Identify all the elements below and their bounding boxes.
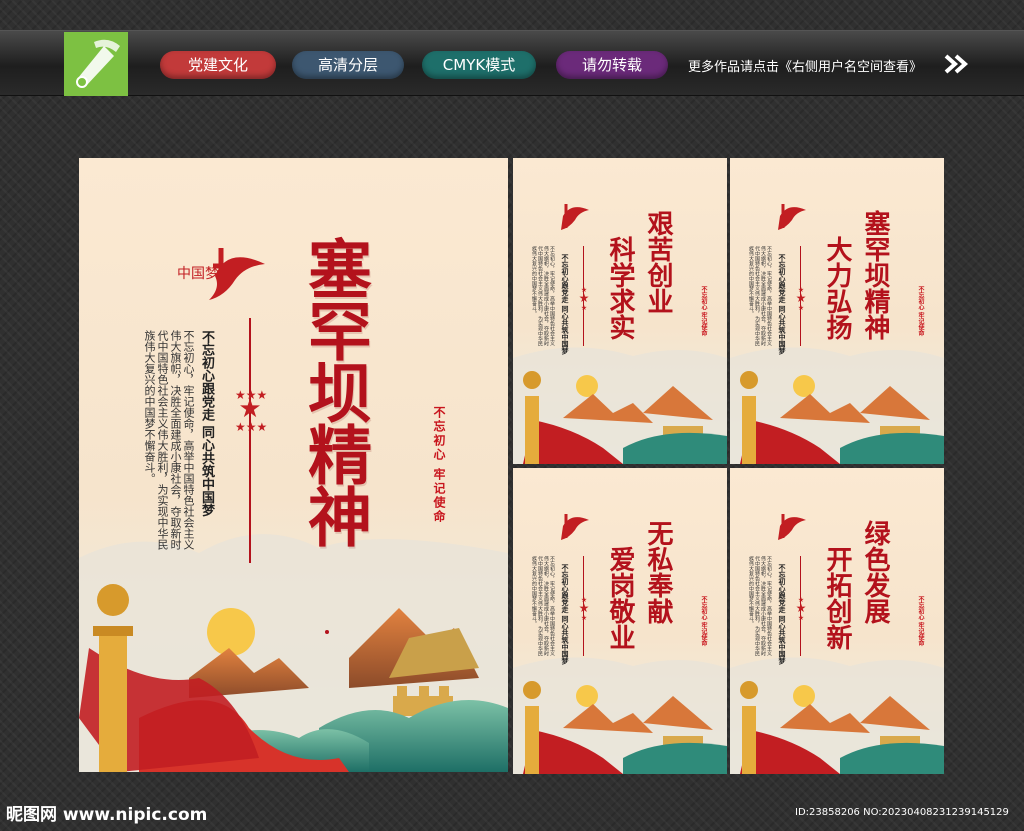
tag-pill-3[interactable]: 请勿转载: [556, 51, 668, 79]
panel-slogan: 不忘初心跟党走 同心共筑中国梦: [778, 254, 787, 355]
main-poster: 中国梦 塞罕坝精神 ★★★ ★ ★★★ 不忘初心跟党走 同心共筑中国梦 不忘初心，牢…: [79, 158, 508, 772]
panel-seal: 不忘初心 牢记使命: [917, 596, 924, 647]
panel-title-line2: 科学求实: [605, 236, 635, 340]
panel-title-line2: 爱岗敬业: [605, 546, 635, 650]
panel-body-text: 不忘初心，牢记使命，高举中国特色社会主义伟大旗帜，决胜全面建成小康社会，夺取新时…: [748, 246, 772, 346]
pen-logo-icon[interactable]: [64, 32, 128, 96]
divider-line: [249, 318, 251, 563]
poster-panel-0: 艰苦创业 科学求实 ★ ★ ★ 不忘初心跟党走 同心共筑中国梦 不忘初心，牢记使命，…: [513, 158, 727, 464]
panel-slogan: 不忘初心跟党走 同心共筑中国梦: [561, 254, 570, 355]
star-cluster-icon: ★★★ ★ ★★★: [235, 388, 268, 434]
panel-seal: 不忘初心 牢记使命: [700, 596, 707, 647]
panel-seal: 不忘初心 牢记使命: [700, 286, 707, 337]
more-works-note[interactable]: 更多作品请点击《右侧用户名空间查看》: [688, 56, 922, 75]
star-cluster-icon: ★ ★ ★: [578, 596, 590, 622]
main-slogan: 不忘初心跟党走 同心共筑中国梦: [199, 330, 214, 517]
tag-pill-1[interactable]: 高清分层: [292, 51, 404, 79]
panel-title-line2: 开拓创新: [822, 546, 852, 650]
poster-panel-1: 塞罕坝精神 大力弘扬 ★ ★ ★ 不忘初心跟党走 同心共筑中国梦 不忘初心，牢记使命…: [730, 158, 944, 464]
star-cluster-icon: ★ ★ ★: [578, 286, 590, 312]
panel-slogan: 不忘初心跟党走 同心共筑中国梦: [778, 564, 787, 665]
panel-body-text: 不忘初心，牢记使命，高举中国特色社会主义伟大旗帜，决胜全面建成小康社会，夺取新时…: [531, 246, 555, 346]
panel-title-line1: 艰苦创业: [643, 210, 673, 314]
main-seal: 不忘初心 牢记使命: [432, 406, 446, 525]
panel-body-text: 不忘初心，牢记使命，高举中国特色社会主义伟大旗帜，决胜全面建成小康社会，夺取新时…: [531, 556, 555, 656]
panel-body-text: 不忘初心，牢记使命，高举中国特色社会主义伟大旗帜，决胜全面建成小康社会，夺取新时…: [748, 556, 772, 656]
logo-text: 中国梦: [177, 266, 219, 282]
panel-title-line1: 无私奉献: [643, 520, 673, 624]
tag-pill-2[interactable]: CMYK模式: [422, 51, 536, 79]
star-cluster-icon: ★ ★ ★: [795, 596, 807, 622]
panel-seal: 不忘初心 牢记使命: [917, 286, 924, 337]
poster-panel-2: 无私奉献 爱岗敬业 ★ ★ ★ 不忘初心跟党走 同心共筑中国梦 不忘初心，牢记使命，…: [513, 468, 727, 774]
image-id: ID:23858206 NO:20230408231239145129: [795, 807, 1009, 818]
main-title: 塞罕坝精神: [297, 236, 372, 546]
star-cluster-icon: ★ ★ ★: [795, 286, 807, 312]
panel-title-line1: 绿色发展: [860, 520, 890, 624]
panel-title-line1: 塞罕坝精神: [860, 210, 890, 340]
panel-title-line2: 大力弘扬: [822, 236, 852, 340]
double-chevron-right-icon[interactable]: [944, 54, 970, 78]
site-watermark: 昵图网 www.nipic.com: [6, 805, 208, 825]
china-dream-logo-icon: 中国梦: [177, 248, 265, 300]
poster-panel-3: 绿色发展 开拓创新 ★ ★ ★ 不忘初心跟党走 同心共筑中国梦 不忘初心，牢记使命，…: [730, 468, 944, 774]
panel-slogan: 不忘初心跟党走 同心共筑中国梦: [561, 564, 570, 665]
main-body-text: 不忘初心，牢记使命，高举中国特色社会主义伟大旗帜，决胜全面建成小康社会，夺取新时…: [143, 330, 195, 550]
tag-pill-0[interactable]: 党建文化: [160, 51, 276, 79]
